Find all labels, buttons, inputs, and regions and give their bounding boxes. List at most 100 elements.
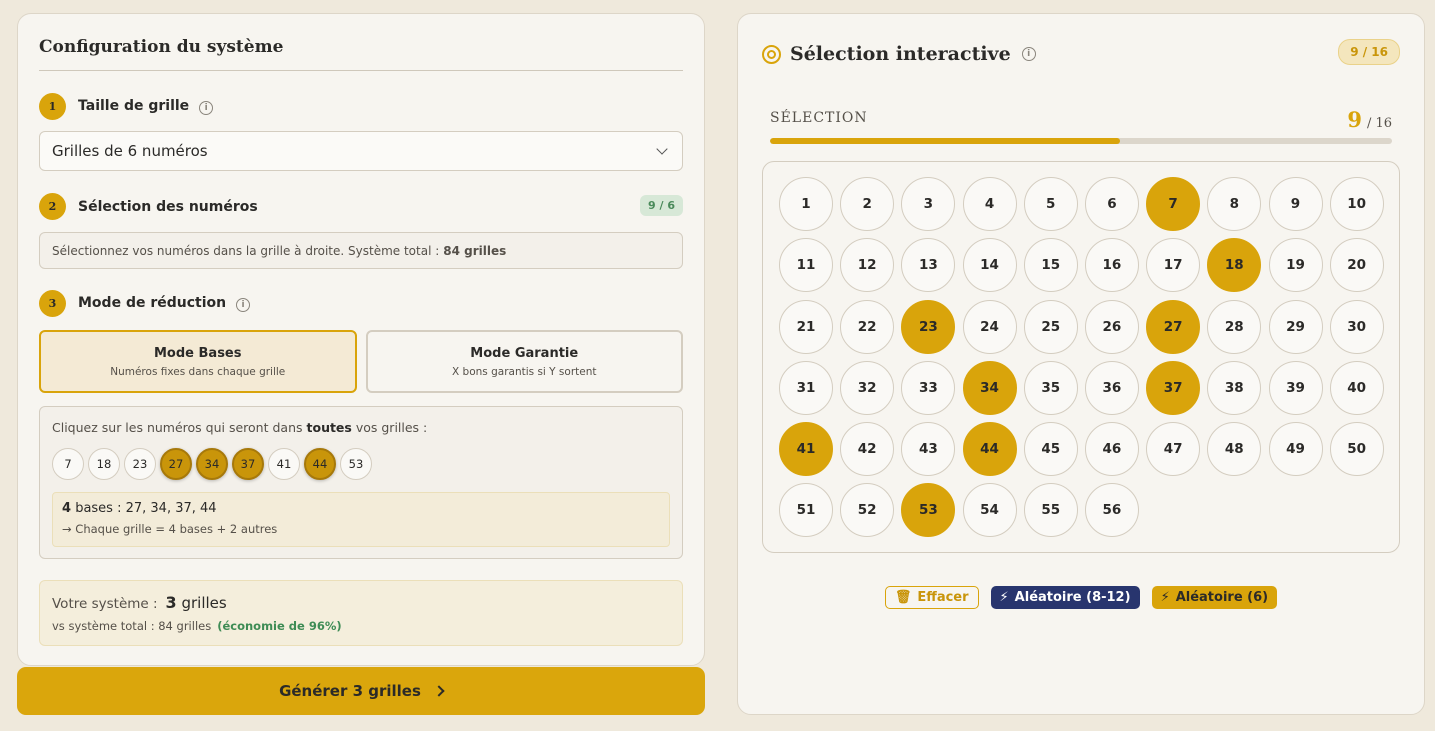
system-summary: Votre système : 3 grilles vs système tot… xyxy=(39,580,683,646)
number-cell[interactable]: 36 xyxy=(1084,360,1139,415)
number-cell[interactable]: 4 xyxy=(962,177,1017,231)
number-cell[interactable]: 1 xyxy=(779,177,833,231)
number-cell[interactable]: 46 xyxy=(1084,422,1139,477)
number-cell[interactable]: 16 xyxy=(1084,238,1139,293)
chevron-down-icon xyxy=(656,143,668,155)
number-cell[interactable]: 11 xyxy=(779,238,833,293)
number-cell[interactable]: 28 xyxy=(1207,299,1262,354)
number-cell[interactable]: 50 xyxy=(1329,422,1384,477)
number-cell[interactable]: 44 xyxy=(962,422,1017,477)
base-chip[interactable]: 44 xyxy=(304,448,336,480)
chevron-right-icon xyxy=(433,685,445,697)
number-cell[interactable]: 37 xyxy=(1146,360,1201,415)
clear-button[interactable]: 🗑 Effacer xyxy=(884,586,979,609)
number-cell[interactable]: 9 xyxy=(1268,177,1323,231)
base-chip[interactable]: 23 xyxy=(124,448,156,480)
number-cell[interactable]: 22 xyxy=(840,299,895,354)
number-cell[interactable]: 23 xyxy=(901,299,956,354)
generate-label: Générer 3 grilles xyxy=(279,682,421,700)
number-cell[interactable]: 48 xyxy=(1207,422,1262,477)
number-cell[interactable]: 55 xyxy=(1023,483,1078,538)
number-cell[interactable]: 8 xyxy=(1207,177,1262,231)
number-cell[interactable]: 47 xyxy=(1146,422,1201,477)
hint-total: 84 grilles xyxy=(443,243,507,258)
base-chip[interactable]: 34 xyxy=(196,448,228,480)
number-cell[interactable]: 27 xyxy=(1146,299,1201,354)
number-cell[interactable]: 41 xyxy=(779,422,833,477)
number-cell[interactable]: 30 xyxy=(1329,299,1384,354)
number-cell[interactable]: 38 xyxy=(1207,360,1262,415)
number-cell[interactable]: 5 xyxy=(1023,177,1078,231)
random-six-button[interactable]: ⚡ Aléatoire (6) xyxy=(1151,586,1278,609)
number-grid-panel: 1 2 3 4 5 6 7 8 9 10 11 12 13 14 15 16 17 18 19 20 21 22 23 24 2… xyxy=(762,161,1400,553)
number-cell[interactable]: 54 xyxy=(962,483,1017,538)
number-cell[interactable]: 52 xyxy=(840,483,895,538)
number-cell[interactable]: 12 xyxy=(840,238,895,293)
number-cell[interactable]: 18 xyxy=(1207,238,1262,293)
number-cell[interactable]: 53 xyxy=(901,483,956,538)
base-chip[interactable]: 18 xyxy=(88,448,120,480)
selection-header: Sélection interactive i xyxy=(762,43,1036,65)
bases-summary: 4 bases : 27, 34, 37, 44 → Chaque grille… xyxy=(52,492,670,547)
number-cell[interactable]: 33 xyxy=(901,360,956,415)
bases-instruction: Cliquez sur les numéros qui seront dans … xyxy=(52,420,428,435)
base-chip[interactable]: 7 xyxy=(52,448,84,480)
mode-garantie-button[interactable]: Mode Garantie X bons garantis si Y sorte… xyxy=(365,330,683,393)
base-chip[interactable]: 41 xyxy=(268,448,300,480)
info-icon[interactable]: i xyxy=(236,298,251,312)
info-icon[interactable]: i xyxy=(1021,47,1036,61)
magic-wand-icon: ⚡ xyxy=(999,590,1009,605)
number-cell[interactable]: 49 xyxy=(1268,422,1323,477)
number-cell[interactable]: 51 xyxy=(779,483,833,538)
number-cell[interactable]: 40 xyxy=(1329,360,1384,415)
step-grid-size: 1 Taille de grille i xyxy=(39,93,214,120)
number-cell[interactable]: 19 xyxy=(1268,238,1323,293)
bases-rule: → Chaque grille = 4 bases + 2 autres xyxy=(62,522,278,536)
number-cell[interactable]: 20 xyxy=(1329,238,1384,293)
generate-button[interactable]: Générer 3 grilles xyxy=(17,667,705,715)
number-cell[interactable]: 26 xyxy=(1084,299,1139,354)
number-cell[interactable]: 43 xyxy=(901,422,956,477)
number-cell[interactable]: 39 xyxy=(1268,360,1323,415)
number-cell[interactable]: 25 xyxy=(1023,299,1078,354)
info-icon[interactable]: i xyxy=(199,101,214,115)
number-cell[interactable]: 35 xyxy=(1023,360,1078,415)
number-cell[interactable]: 42 xyxy=(840,422,895,477)
number-cell[interactable]: 21 xyxy=(779,299,833,354)
number-cell[interactable]: 3 xyxy=(901,177,956,231)
config-title: Configuration du système xyxy=(39,37,284,57)
number-cell[interactable]: 34 xyxy=(962,360,1017,415)
number-cell[interactable]: 32 xyxy=(840,360,895,415)
grid-size-select[interactable]: Grilles de 6 numéros xyxy=(39,131,683,171)
base-chip[interactable]: 27 xyxy=(160,448,192,480)
step-label: Taille de grille i xyxy=(78,98,214,115)
mode-title: Mode Garantie xyxy=(470,345,579,361)
number-cell[interactable]: 29 xyxy=(1268,299,1323,354)
step-reduction-mode: 3 Mode de réduction i xyxy=(39,290,251,317)
number-cell[interactable]: 2 xyxy=(840,177,895,231)
saving-text: (économie de 96%) xyxy=(217,619,342,633)
random-range-button[interactable]: ⚡ Aléatoire (8-12) xyxy=(990,586,1140,609)
number-cell[interactable]: 10 xyxy=(1329,177,1384,231)
number-grid: 1 2 3 4 5 6 7 8 9 10 11 12 13 14 15 16 17 18 19 20 21 22 23 24 2… xyxy=(779,177,1384,538)
number-cell[interactable]: 24 xyxy=(962,299,1017,354)
number-cell[interactable]: 15 xyxy=(1023,238,1078,293)
selection-panel: Sélection interactive i 9 / 16 SÉLECTION… xyxy=(737,13,1425,715)
mode-title: Mode Bases xyxy=(154,345,242,361)
number-cell[interactable]: 45 xyxy=(1023,422,1078,477)
number-cell[interactable]: 31 xyxy=(779,360,833,415)
number-cell[interactable]: 56 xyxy=(1084,483,1139,538)
step-number: 1 xyxy=(39,93,66,120)
number-cell[interactable]: 17 xyxy=(1146,238,1201,293)
selection-count-badge: 9 / 6 xyxy=(640,195,683,216)
hint-text: Sélectionnez vos numéros dans la grille … xyxy=(52,243,440,258)
base-chip[interactable]: 37 xyxy=(232,448,264,480)
number-cell[interactable]: 13 xyxy=(901,238,956,293)
base-chip[interactable]: 53 xyxy=(340,448,372,480)
mode-bases-button[interactable]: Mode Bases Numéros fixes dans chaque gri… xyxy=(39,330,357,393)
system-line: Votre système : 3 grilles xyxy=(52,593,227,612)
number-cell[interactable]: 6 xyxy=(1084,177,1139,231)
selection-title: Sélection interactive xyxy=(790,43,1011,65)
number-cell[interactable]: 7 xyxy=(1146,177,1201,231)
number-cell[interactable]: 14 xyxy=(962,238,1017,293)
